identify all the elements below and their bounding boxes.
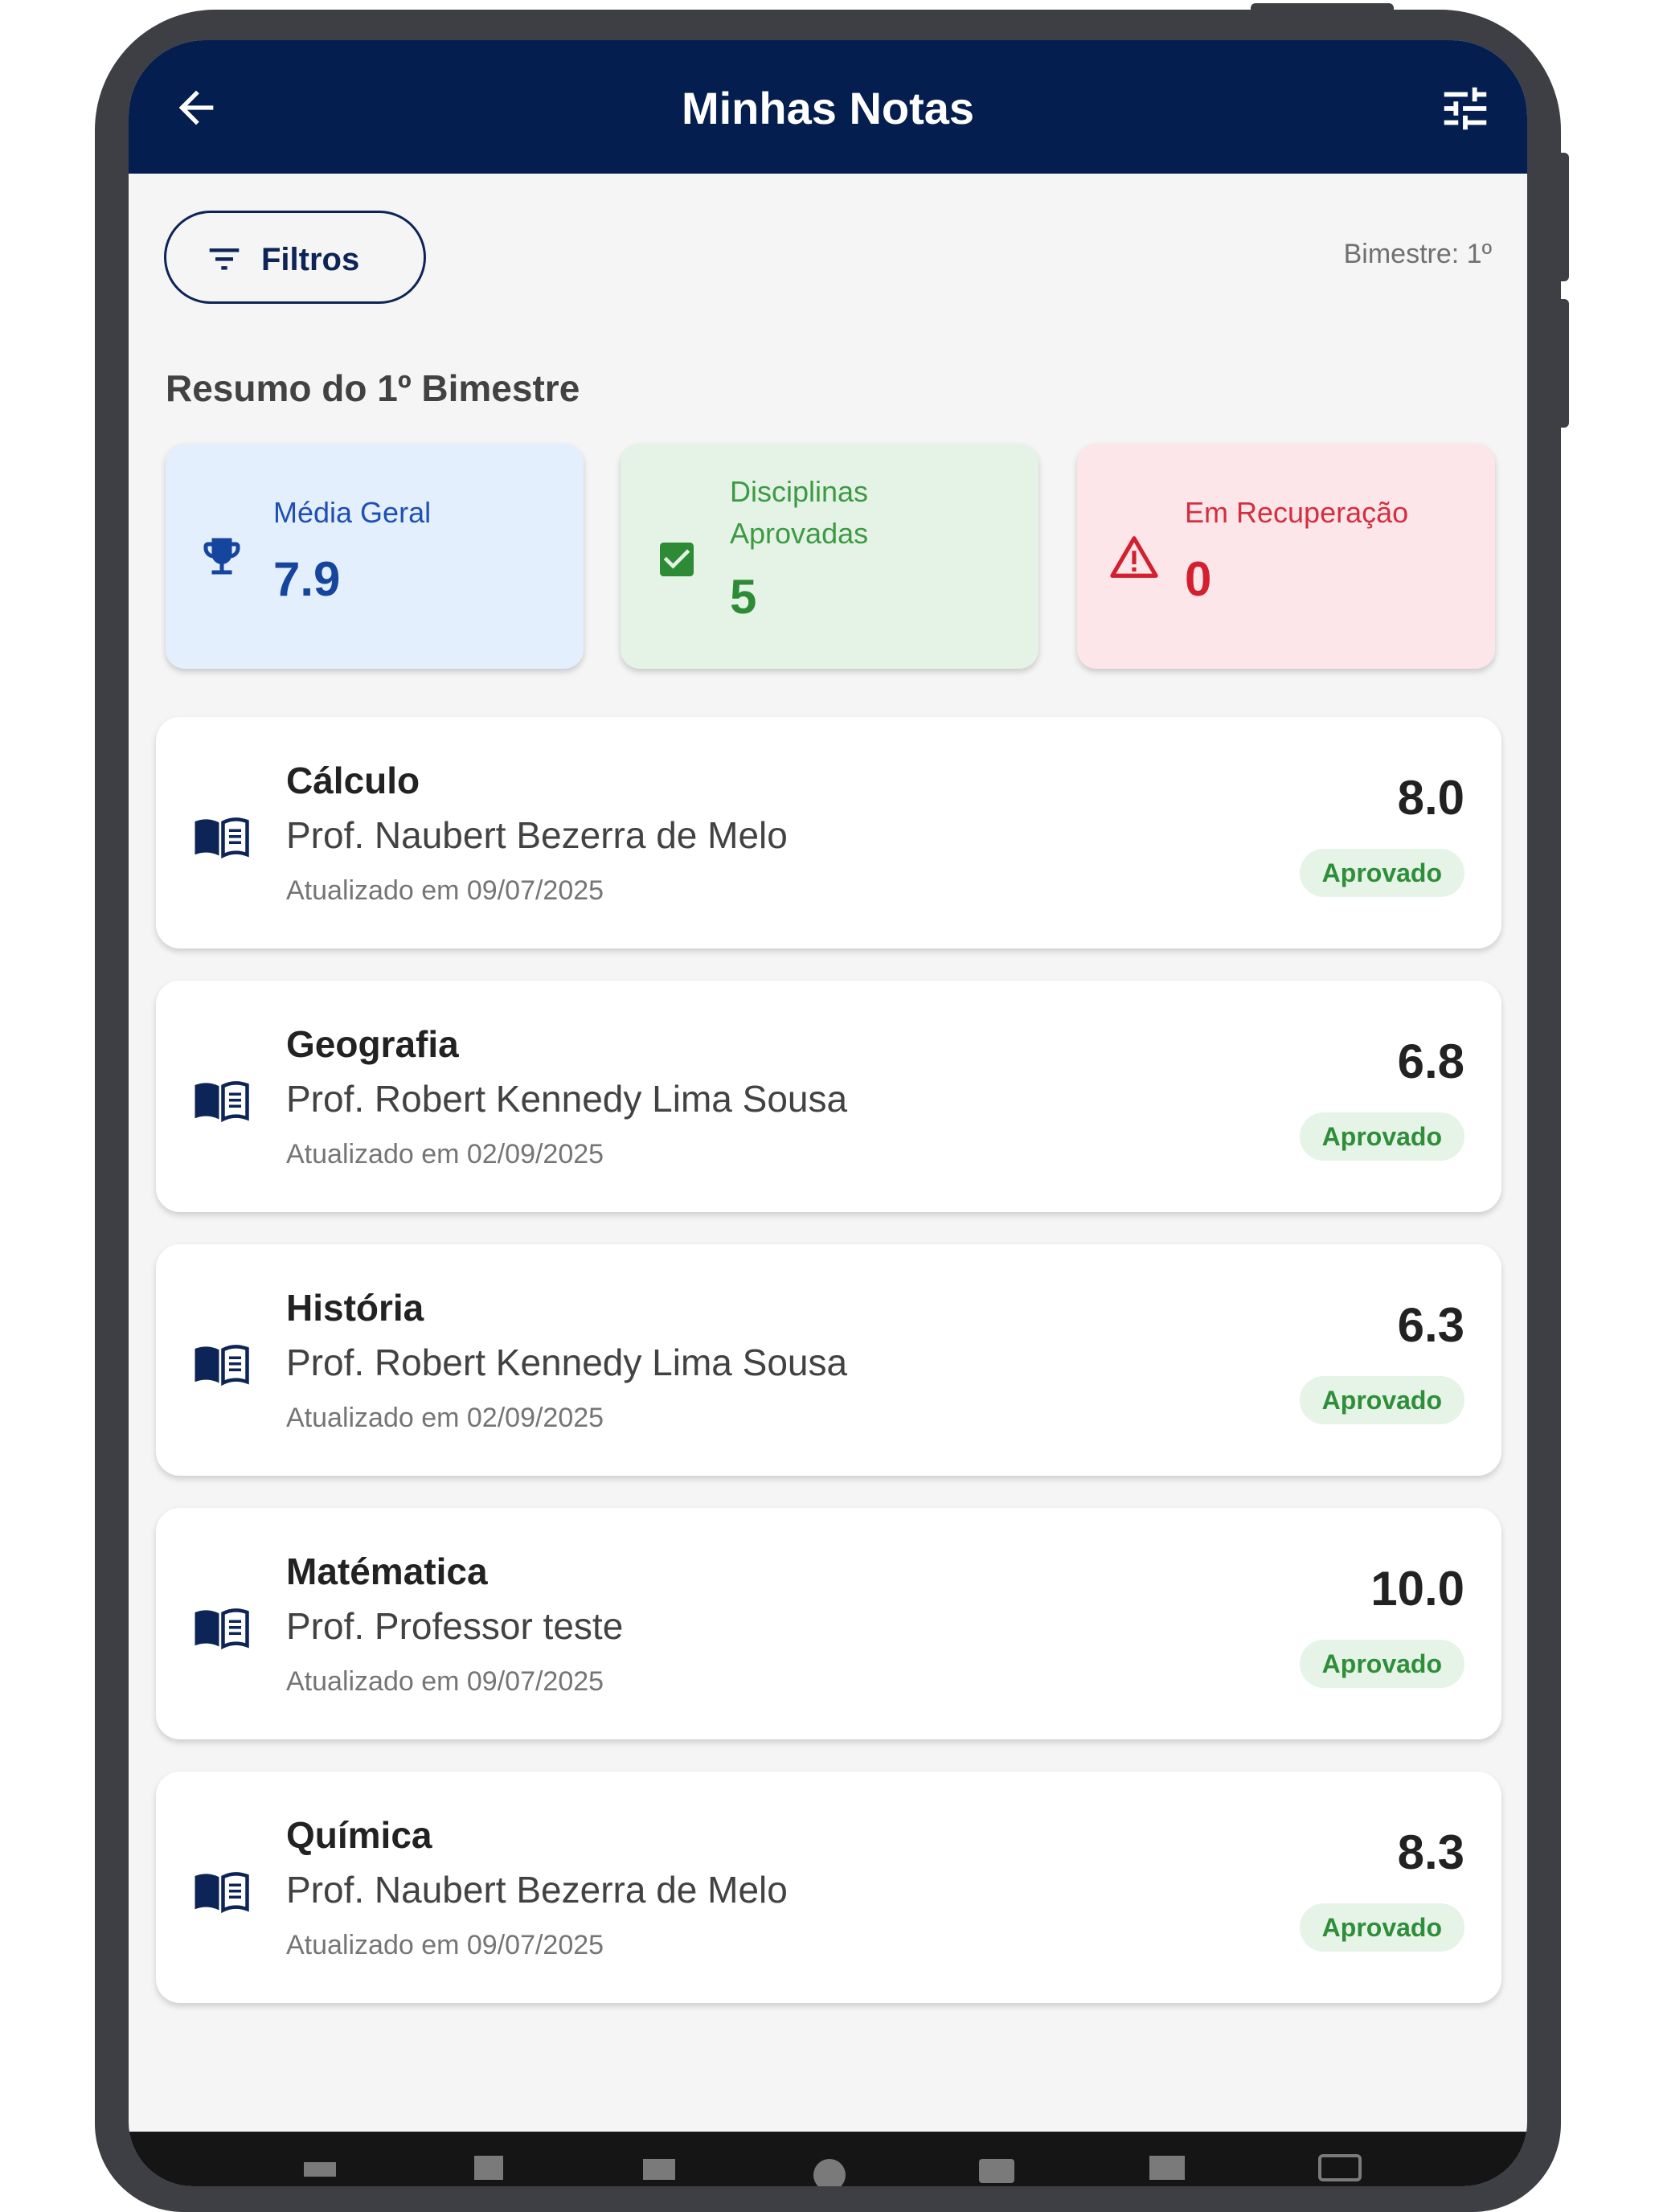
summary-card-disciplinas-aprovadas: Disciplinas Aprovadas 5: [621, 444, 1038, 669]
power-button: [1251, 3, 1394, 14]
subject-name: Química: [286, 1814, 432, 1856]
subject-professor: Prof. Naubert Bezerra de Melo: [286, 1869, 788, 1911]
subject-professor: Prof. Naubert Bezerra de Melo: [286, 814, 788, 856]
tune-icon[interactable]: [1437, 80, 1493, 137]
close-icon[interactable]: [304, 2162, 336, 2177]
status-badge: Aprovado: [1299, 1376, 1464, 1424]
subject-grade: 8.3: [1397, 1825, 1464, 1879]
subject-professor: Prof. Professor teste: [286, 1605, 624, 1647]
summary-title: Resumo do 1º Bimestre: [166, 367, 580, 409]
menu-book-icon: [195, 1345, 249, 1386]
app-screen: Minhas Notas Filtros Bimestre: 1º Resumo…: [129, 40, 1527, 2186]
subject-card-calculo[interactable]: Cálculo Prof. Naubert Bezerra de Melo At…: [156, 717, 1501, 948]
warning-icon: [1110, 536, 1158, 578]
back-nav-icon[interactable]: [643, 2159, 675, 2180]
status-badge: Aprovado: [1299, 1640, 1464, 1688]
subject-name: História: [286, 1287, 424, 1329]
subject-professor: Prof. Robert Kennedy Lima Sousa: [286, 1078, 848, 1120]
page-title: Minhas Notas: [681, 83, 975, 133]
subject-updated-date: Atualizado em 09/07/2025: [286, 1666, 604, 1697]
summary-card-label: Disciplinas Aprovadas: [730, 475, 869, 550]
volume-down-button: [1556, 299, 1569, 428]
summary-card-value: 5: [730, 570, 757, 624]
volume-up-button: [1556, 153, 1569, 281]
trophy-icon: [203, 538, 240, 575]
volume-down-icon[interactable]: [474, 2156, 503, 2180]
filter-list-icon: [209, 248, 240, 270]
subject-card-historia[interactable]: História Prof. Robert Kennedy Lima Sousa…: [156, 1244, 1501, 1476]
summary-card-value: 0: [1185, 552, 1212, 606]
subject-grade: 6.3: [1397, 1298, 1464, 1352]
summary-card-label: Em Recuperação: [1185, 496, 1409, 529]
subject-card-geografia[interactable]: Geografia Prof. Robert Kennedy Lima Sous…: [156, 981, 1501, 1212]
subject-updated-date: Atualizado em 02/09/2025: [286, 1139, 604, 1169]
subject-updated-date: Atualizado em 02/09/2025: [286, 1403, 604, 1433]
subject-card-quimica[interactable]: Química Prof. Naubert Bezerra de Melo At…: [156, 1772, 1501, 2003]
menu-book-icon: [195, 1608, 249, 1649]
summary-card-em-recuperacao: Em Recuperação 0: [1077, 444, 1495, 669]
screenshot-icon[interactable]: [1318, 2154, 1362, 2181]
subject-grade: 8.0: [1397, 771, 1464, 825]
subject-card-matematica[interactable]: Matématica Prof. Professor teste Atualiz…: [156, 1508, 1501, 1739]
subject-name: Cálculo: [286, 760, 420, 801]
subject-grade: 10.0: [1370, 1562, 1464, 1616]
subject-professor: Prof. Robert Kennedy Lima Sousa: [286, 1342, 848, 1383]
menu-book-icon: [195, 1872, 249, 1913]
subject-updated-date: Atualizado em 09/07/2025: [286, 1930, 604, 1960]
subject-name: Geografia: [286, 1023, 459, 1065]
home-nav-icon[interactable]: [813, 2159, 846, 2186]
summary-card-media-geral: Média Geral 7.9: [166, 444, 584, 669]
bimestre-indicator: Bimestre: 1º: [1343, 239, 1492, 269]
subject-updated-date: Atualizado em 09/07/2025: [286, 875, 604, 906]
subject-name: Matématica: [286, 1550, 488, 1592]
system-navigation-bar: [129, 2132, 1527, 2186]
status-badge: Aprovado: [1299, 1903, 1464, 1952]
menu-book-icon: [195, 817, 249, 858]
checkbox-icon: [660, 543, 694, 576]
volume-up-icon[interactable]: [1149, 2156, 1185, 2180]
menu-book-icon: [195, 1081, 249, 1122]
filters-button-label: Filtros: [261, 242, 360, 277]
summary-card-value: 7.9: [273, 552, 341, 606]
app-bar: Minhas Notas: [129, 40, 1527, 174]
recents-nav-icon[interactable]: [979, 2159, 1014, 2183]
subject-grade: 6.8: [1397, 1034, 1464, 1088]
status-badge: Aprovado: [1299, 1112, 1464, 1161]
status-badge: Aprovado: [1299, 849, 1464, 897]
filters-button[interactable]: Filtros: [164, 211, 426, 304]
summary-card-label: Média Geral: [273, 496, 432, 529]
